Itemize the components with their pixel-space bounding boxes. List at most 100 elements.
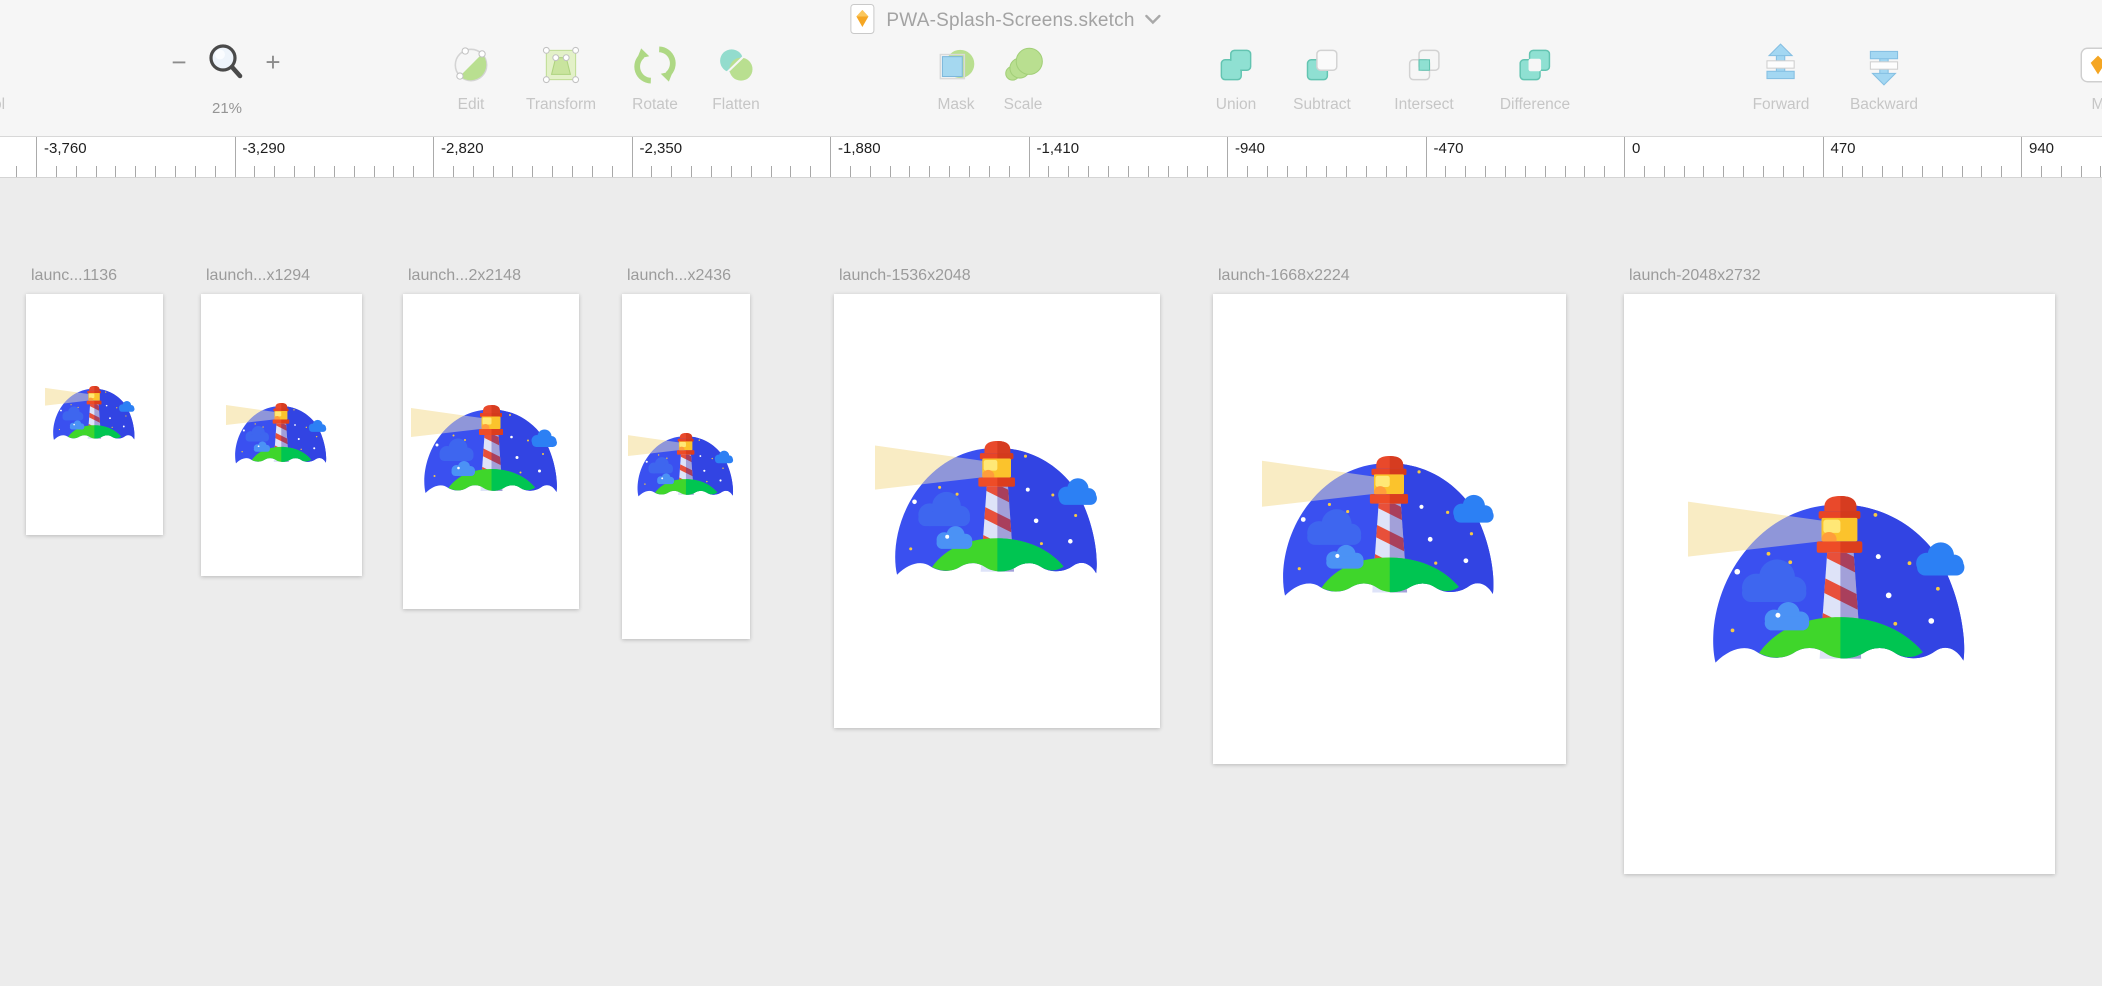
mask-label: Mask — [937, 96, 975, 113]
ruler-tick — [1246, 166, 1248, 177]
mask-button[interactable]: Mask — [933, 38, 979, 128]
chevron-down-icon[interactable] — [1145, 12, 1162, 30]
clipped-toolbar-icon — [2075, 38, 2102, 92]
artboard-label[interactable]: launc...1136 — [31, 267, 117, 285]
forward-label: Forward — [1752, 96, 1810, 113]
sketch-document-icon — [848, 3, 876, 40]
artboard-label[interactable]: launch...2x2148 — [408, 267, 521, 285]
ruler-tick — [790, 166, 792, 177]
scale-icon — [1000, 38, 1046, 92]
ruler-tick — [1485, 166, 1486, 177]
union-label: Union — [1215, 96, 1257, 113]
flatten-button[interactable]: Flatten — [712, 38, 760, 128]
ruler-tick — [988, 166, 990, 177]
zoom-in-button[interactable]: + — [258, 48, 288, 78]
ruler-tick — [1504, 166, 1506, 177]
artboard-launchx2436[interactable] — [622, 294, 750, 639]
difference-icon — [1512, 38, 1558, 92]
ruler-tick — [750, 166, 752, 177]
ruler-tick — [194, 166, 196, 177]
ruler-tick — [1604, 166, 1606, 177]
backward-label: Backward — [1849, 96, 1919, 113]
ruler-tick — [1921, 166, 1923, 177]
ruler-tick — [393, 166, 395, 177]
difference-label: Difference — [1499, 96, 1571, 113]
ruler-tick — [1326, 166, 1328, 177]
ruler-tick — [770, 166, 772, 177]
ruler-tick — [1584, 166, 1586, 177]
ruler-tick — [1941, 166, 1943, 177]
ruler-tick — [2080, 166, 2082, 177]
ruler-tick — [1862, 166, 1864, 177]
transform-button[interactable]: Transform — [526, 38, 596, 128]
rotate-button[interactable]: Rotate — [632, 38, 678, 128]
ruler-tick — [631, 137, 633, 177]
ruler-tick — [2001, 166, 2003, 177]
ruler-tick — [730, 166, 732, 177]
clipped-right-toolbar-button[interactable]: M — [2075, 38, 2102, 128]
canvas[interactable]: launc...1136 launch...x1294 launch...2x214… — [0, 178, 2102, 986]
ruler-tick — [16, 166, 18, 177]
ruler-tick — [810, 166, 812, 177]
ruler-tick — [572, 166, 573, 177]
ruler-label: 470 — [1830, 140, 1856, 157]
union-button[interactable]: Union — [1213, 38, 1259, 128]
intersect-icon — [1401, 38, 1447, 92]
edit-button[interactable]: Edit — [448, 38, 494, 128]
ruler-tick — [353, 166, 355, 177]
ruler-tick — [1425, 137, 1427, 177]
artboard-label[interactable]: launch...x2436 — [627, 267, 731, 285]
transform-icon — [538, 38, 584, 92]
ruler-tick — [1068, 166, 1070, 177]
ruler-tick — [1445, 166, 1447, 177]
ruler-label: -3,290 — [242, 140, 286, 157]
intersect-button[interactable]: Intersect — [1394, 38, 1454, 128]
ruler-tick — [433, 137, 434, 177]
artboard-launchx1294[interactable] — [201, 294, 362, 576]
ruler-tick — [2040, 166, 2042, 177]
artboard-label[interactable]: launch-1536x2048 — [839, 267, 971, 285]
ruler-tick — [1147, 166, 1149, 177]
horizontal-ruler[interactable]: -3,760 -3,290 -2,820 -2,350 -1,880 -1,410 -940… — [0, 137, 2102, 178]
ruler-tick — [373, 166, 375, 177]
ruler-tick — [1286, 166, 1288, 177]
artboard-launch-2048x2732[interactable] — [1624, 294, 2055, 874]
intersect-label: Intersect — [1394, 96, 1454, 113]
zoom-out-button[interactable]: − — [164, 48, 194, 78]
artboard-launch-1668x2224[interactable] — [1213, 294, 1566, 764]
move-backward-button[interactable]: Backward — [1850, 38, 1918, 128]
document-title-button[interactable]: PWA-Splash-Screens.sketch — [848, 3, 1162, 40]
ruler-tick — [512, 166, 514, 177]
artboard-label[interactable]: launch-1668x2224 — [1218, 267, 1350, 285]
mask-icon — [933, 38, 979, 92]
artboard-label[interactable]: launch...x1294 — [206, 267, 310, 285]
subtract-button[interactable]: Subtract — [1293, 38, 1351, 128]
ruler-tick — [1663, 166, 1665, 177]
ruler-tick — [1822, 137, 1824, 177]
rotate-icon — [632, 38, 678, 92]
ruler-tick — [1683, 166, 1685, 177]
ruler-tick — [830, 137, 831, 177]
artboard-launch2x2148[interactable] — [403, 294, 579, 609]
ruler-tick — [452, 166, 454, 177]
clipped-left-toolbar-label: ol — [0, 96, 6, 113]
window-title: PWA-Splash-Screens.sketch — [886, 10, 1135, 31]
clipped-right-label: M — [2091, 96, 2102, 113]
subtract-icon — [1299, 38, 1345, 92]
ruler-tick — [1901, 166, 1903, 177]
artboard-launc1136[interactable] — [26, 294, 163, 535]
rotate-label: Rotate — [632, 96, 678, 113]
ruler-tick — [611, 166, 613, 177]
ruler-tick — [1842, 166, 1844, 177]
difference-button[interactable]: Difference — [1500, 38, 1570, 128]
scale-button[interactable]: Scale — [1000, 38, 1046, 128]
artboard-label[interactable]: launch-2048x2732 — [1629, 267, 1761, 285]
lighthouse-illustration — [45, 386, 137, 443]
ruler-tick — [2060, 166, 2062, 177]
artboard-launch-1536x2048[interactable] — [834, 294, 1160, 728]
ruler-tick — [889, 166, 891, 177]
ruler-tick — [1127, 166, 1129, 177]
ruler-tick — [1763, 166, 1764, 177]
ruler-tick — [1187, 166, 1189, 177]
move-forward-button[interactable]: Forward — [1752, 38, 1810, 128]
